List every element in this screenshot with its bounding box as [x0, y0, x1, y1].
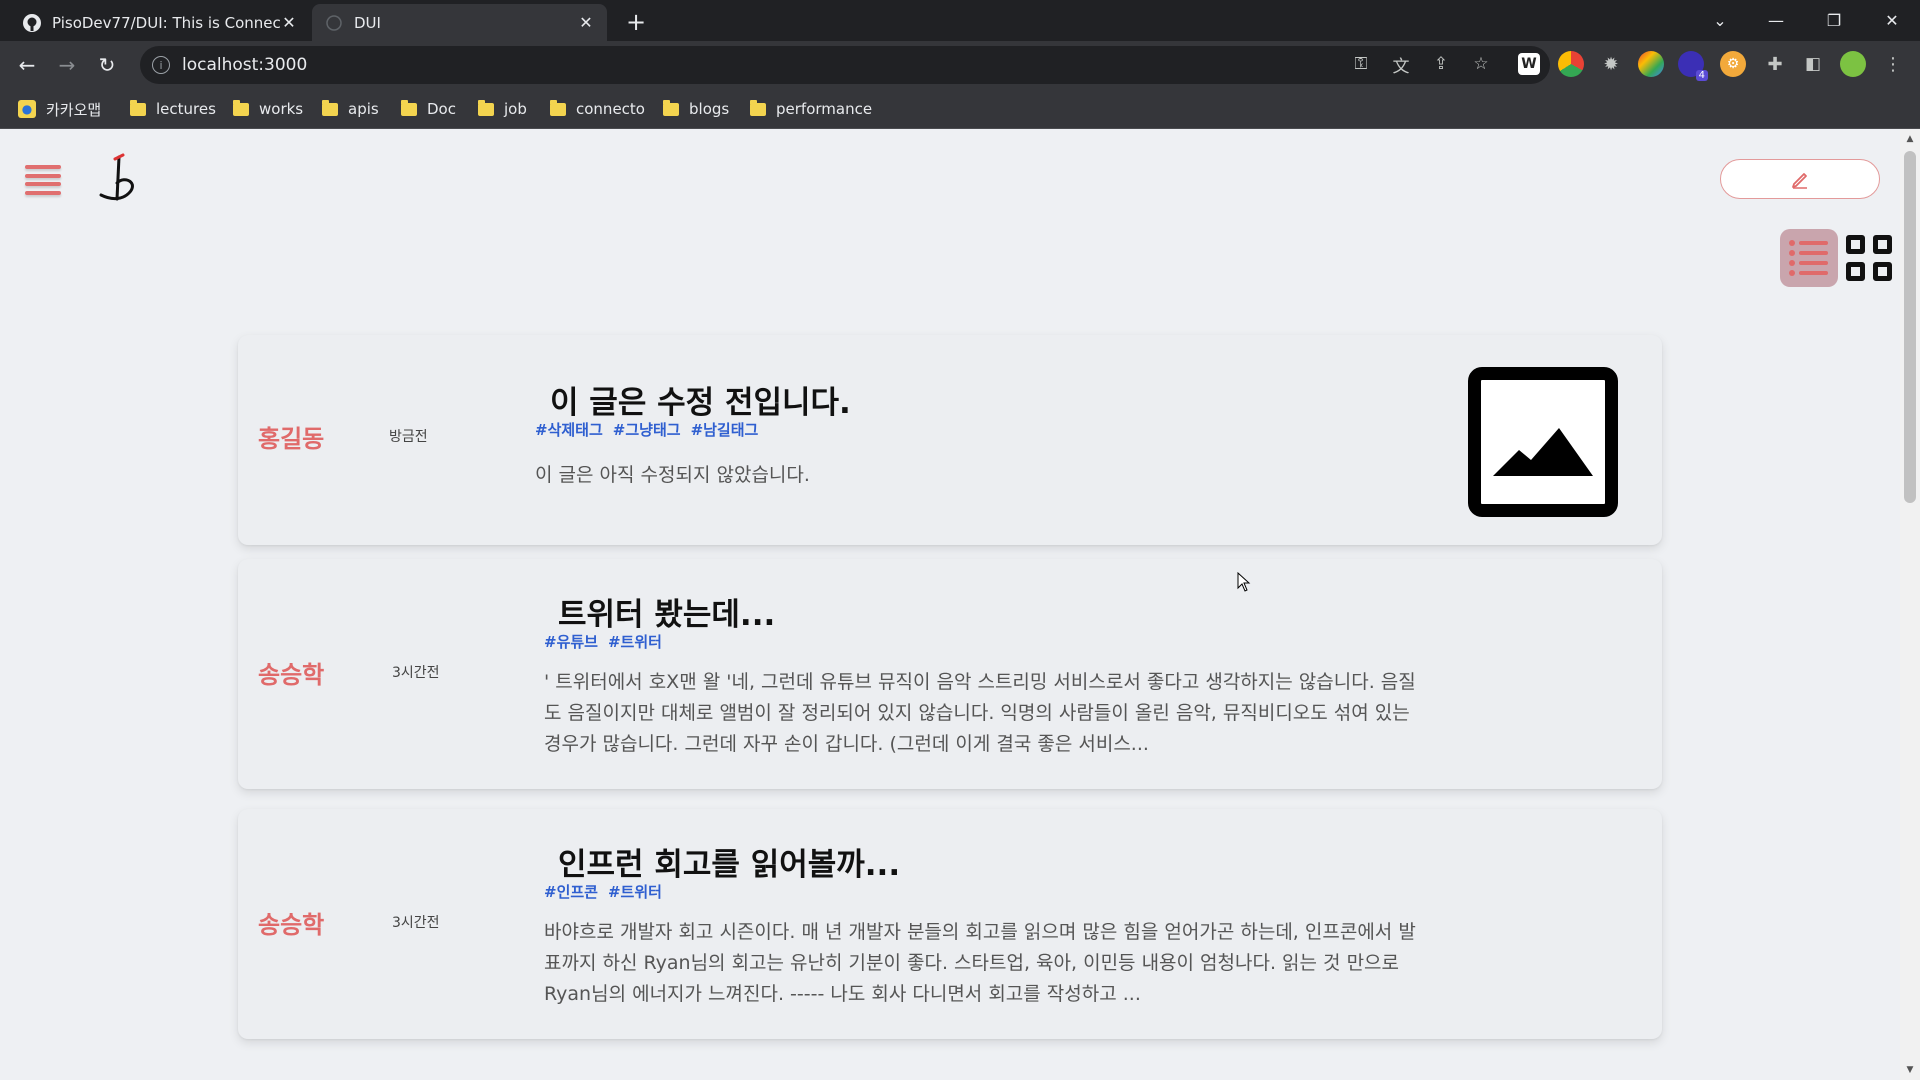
tag-link[interactable]: #삭제태그 — [535, 419, 603, 440]
post-body: ' 트위터에서 호X맨 왈 '네, 그런데 유튜브 뮤직이 음악 스트리밍 서비… — [544, 671, 1416, 755]
tag-link[interactable]: #유튜브 — [544, 631, 598, 652]
key-icon[interactable]: ⚿ — [1348, 51, 1374, 77]
folder-icon — [750, 99, 766, 116]
extension-orange-icon[interactable]: ⚙ — [1720, 51, 1746, 77]
reload-icon[interactable]: ↻ — [93, 51, 121, 79]
bookmark-item[interactable]: ● 카카오맵 — [18, 98, 101, 120]
bookmark-folder[interactable]: apis — [322, 98, 379, 120]
post-time: 3시간전 — [392, 915, 440, 931]
browser-toolbar: ← → ↻ i localhost:3000 ⚿ 文 ⇪ ☆ W ✹ 4 ⚙ ✚… — [0, 41, 1920, 89]
info-icon[interactable]: i — [152, 56, 170, 74]
post-author: 홍길동 — [258, 425, 325, 453]
minimize-button[interactable]: — — [1756, 6, 1796, 34]
more-menu-icon[interactable]: ⋮ — [1880, 51, 1906, 77]
side-panel-icon[interactable]: ◧ — [1800, 51, 1826, 77]
bookmark-folder[interactable]: Doc — [401, 98, 456, 120]
post-title[interactable]: 인프런 회고를 읽어볼까... — [558, 839, 900, 884]
grid-view-icon[interactable] — [1846, 235, 1892, 281]
folder-icon — [401, 99, 417, 116]
pencil-icon — [1792, 173, 1807, 189]
map-pin-icon: ● — [18, 100, 36, 118]
image-placeholder-icon — [1493, 428, 1593, 476]
share-icon[interactable]: ⇪ — [1428, 51, 1454, 77]
write-post-button[interactable] — [1720, 159, 1880, 199]
extension-color-icon[interactable] — [1558, 51, 1584, 77]
back-icon[interactable]: ← — [13, 51, 41, 79]
tab-title: DUI — [354, 13, 381, 32]
hamburger-menu-icon[interactable] — [25, 165, 61, 195]
post-card[interactable]: 송승학 3시간전 인프런 회고를 읽어볼까... #인프콘 #트위터 바야흐로 … — [238, 809, 1662, 1039]
post-card[interactable]: 홍길동 방금전 이 글은 수정 전입니다. #삭제태그 #그냥태그 #남길태그 … — [238, 335, 1662, 545]
new-tab-button[interactable]: + — [622, 8, 650, 36]
scroll-down-icon[interactable]: ▼ — [1904, 1064, 1916, 1076]
post-tags: #유튜브 #트위터 — [544, 631, 662, 652]
scroll-up-icon[interactable]: ▲ — [1904, 133, 1916, 145]
extension-badge-count: 4 — [1695, 70, 1708, 81]
extensions-puzzle-icon[interactable]: ✚ — [1762, 51, 1788, 77]
post-title[interactable]: 이 글은 수정 전입니다. — [550, 377, 851, 422]
extension-w-icon[interactable]: W — [1518, 53, 1540, 75]
scrollbar-thumb[interactable] — [1904, 151, 1916, 503]
browser-tab[interactable]: PisoDev77/DUI: This is Connect ✕ — [10, 4, 310, 41]
folder-icon — [130, 99, 146, 116]
bookmark-folder[interactable]: job — [478, 98, 527, 120]
address-bar[interactable]: i localhost:3000 — [140, 46, 1550, 84]
post-tags: #삭제태그 #그냥태그 #남길태그 — [535, 419, 758, 440]
list-view-button[interactable] — [1780, 229, 1838, 287]
bookmark-folder[interactable]: blogs — [663, 98, 729, 120]
translate-icon[interactable]: 文 — [1388, 51, 1414, 77]
window-close-button[interactable]: ✕ — [1872, 6, 1912, 34]
bookmark-star-icon[interactable]: ☆ — [1468, 51, 1494, 77]
post-title[interactable]: 트위터 봤는데... — [558, 589, 775, 634]
page-scrollbar[interactable]: ▲ ▼ — [1900, 129, 1920, 1080]
browser-tab-active[interactable]: DUI ✕ — [312, 4, 607, 41]
post-author: 송승학 — [258, 661, 325, 689]
post-card[interactable]: 송승학 3시간전 트위터 봤는데... #유튜브 #트위터 ' 트위터에서 호X… — [238, 559, 1662, 789]
post-thumbnail — [1468, 367, 1618, 517]
bookmark-folder[interactable]: connecto — [550, 98, 645, 120]
post-time: 3시간전 — [392, 665, 440, 681]
folder-icon — [233, 99, 249, 116]
restore-button[interactable]: ❐ — [1814, 6, 1854, 34]
folder-icon — [478, 99, 494, 116]
post-author: 송승학 — [258, 911, 325, 939]
close-icon[interactable]: ✕ — [577, 13, 595, 32]
github-icon — [22, 13, 42, 33]
folder-icon — [663, 99, 679, 116]
mouse-cursor-icon — [1237, 572, 1251, 592]
page-viewport: 홍길동 방금전 이 글은 수정 전입니다. #삭제태그 #그냥태그 #남길태그 … — [0, 129, 1900, 1080]
close-icon[interactable]: ✕ — [280, 13, 298, 32]
post-tags: #인프콘 #트위터 — [544, 881, 662, 902]
extension-palette-icon[interactable] — [1638, 51, 1664, 77]
bookmarks-bar: ● 카카오맵 lectures works apis Doc job connec… — [0, 89, 1920, 129]
url-text[interactable]: localhost:3000 — [182, 55, 307, 75]
bookmark-folder[interactable]: performance — [750, 98, 872, 120]
tag-link[interactable]: #인프콘 — [544, 881, 598, 902]
tab-search-icon[interactable]: ⌄ — [1700, 6, 1740, 34]
extension-badge-icon[interactable]: 4 — [1678, 51, 1708, 81]
globe-icon — [324, 13, 344, 33]
bookmark-folder[interactable]: works — [233, 98, 303, 120]
tag-link[interactable]: #남길태그 — [691, 419, 759, 440]
browser-tab-bar: PisoDev77/DUI: This is Connect ✕ DUI ✕ +… — [0, 0, 1920, 41]
tab-title: PisoDev77/DUI: This is Connect — [52, 13, 280, 32]
tag-link[interactable]: #그냥태그 — [613, 419, 681, 440]
folder-icon — [322, 99, 338, 116]
post-body: 바야흐로 개발자 회고 시즌이다. 매 년 개발자 분들의 회고를 읽으며 많은… — [544, 921, 1416, 1005]
forward-icon[interactable]: → — [53, 51, 81, 79]
post-time: 방금전 — [389, 429, 428, 445]
bookmark-folder[interactable]: lectures — [130, 98, 216, 120]
list-icon — [1789, 240, 1828, 276]
tag-link[interactable]: #트위터 — [608, 631, 662, 652]
post-body: 이 글은 아직 수정되지 않았습니다. — [535, 464, 810, 486]
profile-avatar-icon[interactable] — [1840, 51, 1866, 77]
folder-icon — [550, 99, 566, 116]
tag-link[interactable]: #트위터 — [608, 881, 662, 902]
app-logo[interactable] — [95, 153, 141, 205]
extension-gear-icon[interactable]: ✹ — [1598, 51, 1624, 77]
